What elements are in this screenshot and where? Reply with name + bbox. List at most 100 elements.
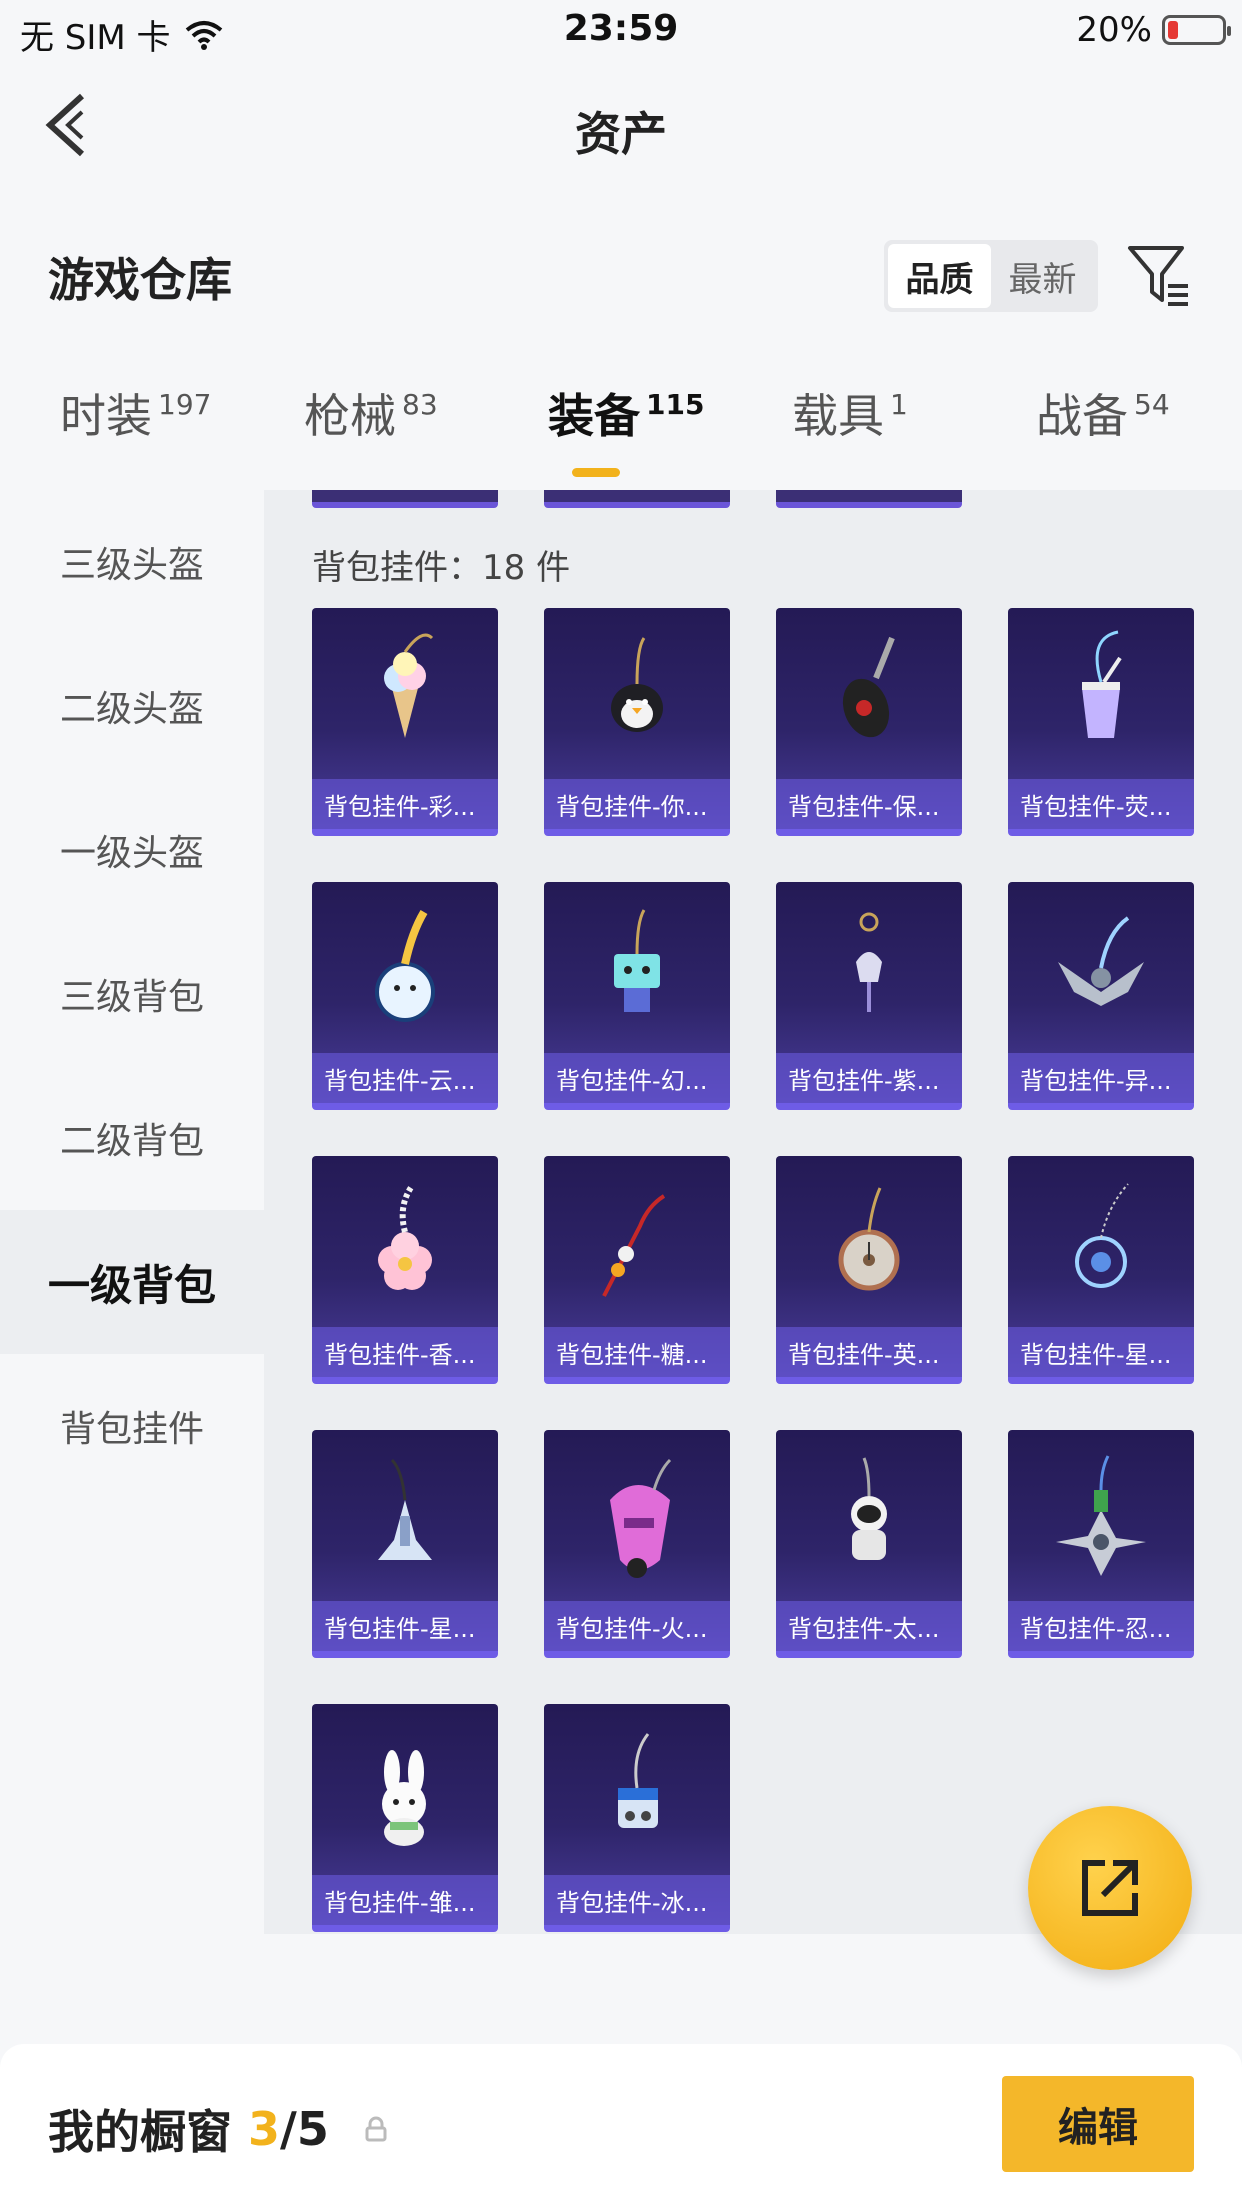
item-art	[776, 1430, 962, 1600]
item-label: 背包挂件-幻...	[544, 1053, 730, 1103]
item-label: 背包挂件-太...	[776, 1601, 962, 1651]
tab-vehicles[interactable]: 载具 1	[792, 380, 908, 446]
ice-cream-charm-icon	[384, 633, 434, 738]
item-card[interactable]: 背包挂件-糖...	[544, 1156, 730, 1384]
item-art	[776, 608, 962, 778]
tab-equipment[interactable]: 装备 115	[548, 380, 704, 446]
item-card[interactable]: 背包挂件-云...	[312, 882, 498, 1110]
page-title: 资产	[575, 107, 667, 161]
active-tab-indicator	[572, 468, 620, 477]
item-card[interactable]: 背包挂件-火...	[544, 1430, 730, 1658]
showcase-total: /5	[280, 2102, 329, 2156]
share-button[interactable]	[1028, 1806, 1192, 1970]
item-label: 背包挂件-彩...	[312, 779, 498, 829]
item-label: 背包挂件-云...	[312, 1053, 498, 1103]
item-card[interactable]: 背包挂件-星...	[312, 1430, 498, 1658]
item-art	[544, 1156, 730, 1326]
tab-fashion[interactable]: 时装 197	[60, 380, 211, 446]
item-art	[776, 1156, 962, 1326]
item-label: 背包挂件-星...	[312, 1601, 498, 1651]
item-art	[312, 882, 498, 1052]
sidebar-item-lv1-helmet[interactable]: 一级头盔	[0, 778, 264, 922]
item-card[interactable]: 背包挂件-荧...	[1008, 608, 1194, 836]
pocket-watch-charm-icon	[838, 1187, 900, 1291]
item-label: 背包挂件-忍...	[1008, 1601, 1194, 1651]
item-art	[776, 882, 962, 1052]
drink-cup-charm-icon	[1082, 630, 1122, 738]
item-label: 背包挂件-火...	[544, 1601, 730, 1651]
item-card-partial[interactable]	[312, 490, 498, 508]
robot-charm-icon	[614, 909, 660, 1012]
sidebar-item-lv2-backpack[interactable]: 二级背包	[0, 1066, 264, 1210]
car-key-charm-icon	[842, 636, 895, 738]
item-label: 背包挂件-糖...	[544, 1327, 730, 1377]
tab-label: 时装	[60, 389, 152, 443]
item-card[interactable]: 背包挂件-紫...	[776, 882, 962, 1110]
battery-group: 20%	[1076, 10, 1231, 50]
sidebar-item-lv1-backpack[interactable]: 一级背包	[0, 1210, 264, 1354]
item-card[interactable]: 背包挂件-香...	[312, 1156, 498, 1384]
item-card[interactable]: 背包挂件-你...	[544, 608, 730, 836]
tab-count: 115	[646, 388, 705, 421]
item-card[interactable]: 背包挂件-太...	[776, 1430, 962, 1658]
sidebar-item-lv2-helmet[interactable]: 二级头盔	[0, 634, 264, 778]
tab-count: 197	[158, 388, 212, 421]
item-grid-panel[interactable]: 背包挂件：18 件 背包挂件-彩... 背包挂件-你... 背包挂件-保... 背包挂…	[264, 490, 1242, 1934]
sort-quality-button[interactable]: 品质	[888, 244, 991, 308]
item-card[interactable]: 背包挂件-异...	[1008, 882, 1194, 1110]
nav-bar: 资产	[0, 62, 1242, 192]
sort-newest-button[interactable]: 最新	[991, 244, 1094, 308]
showcase-used: 3	[248, 2102, 281, 2156]
sidebar-item-lv3-helmet[interactable]: 三级头盔	[0, 490, 264, 634]
status-bar: 无 SIM 卡 23:59 20%	[0, 0, 1242, 62]
tab-label: 载具	[792, 389, 884, 443]
filter-icon[interactable]	[1124, 240, 1194, 312]
item-art	[1008, 882, 1194, 1052]
item-art	[312, 1430, 498, 1600]
item-card[interactable]: 背包挂件-忍...	[1008, 1430, 1194, 1658]
item-card[interactable]: 背包挂件-保...	[776, 608, 962, 836]
cloud-mirror-charm-icon	[375, 909, 435, 1022]
lock-icon	[365, 2116, 387, 2142]
rocket-charm-icon	[610, 1458, 672, 1578]
tab-guns[interactable]: 枪械 83	[304, 380, 438, 446]
item-card[interactable]: 背包挂件-星...	[1008, 1156, 1194, 1384]
item-art	[1008, 1156, 1194, 1326]
item-card[interactable]: 背包挂件-英...	[776, 1156, 962, 1384]
item-label: 背包挂件-英...	[776, 1327, 962, 1377]
item-art	[312, 1156, 498, 1326]
item-card[interactable]: 背包挂件-冰...	[544, 1704, 730, 1932]
item-label: 背包挂件-星...	[1008, 1327, 1194, 1377]
item-art	[312, 608, 498, 778]
battery-percent: 20%	[1076, 10, 1152, 50]
item-art	[544, 1430, 730, 1600]
penguin-charm-icon	[611, 637, 663, 732]
showcase-count: 3/5	[248, 2102, 329, 2156]
warehouse-title: 游戏仓库	[48, 253, 232, 307]
item-card-partial[interactable]	[544, 490, 730, 508]
tab-combat-gear[interactable]: 战备 54	[1036, 380, 1170, 446]
item-art	[312, 1704, 498, 1874]
showcase-title: 我的橱窗	[48, 2105, 232, 2159]
item-card-partial[interactable]	[776, 490, 962, 508]
item-art	[1008, 1430, 1194, 1600]
item-label: 背包挂件-荧...	[1008, 779, 1194, 829]
sidebar-item-lv3-backpack[interactable]: 三级背包	[0, 922, 264, 1066]
sidebar-item-backpack-charms[interactable]: 背包挂件	[0, 1354, 264, 1498]
status-time: 23:59	[563, 8, 679, 49]
sidebar: 三级头盔 二级头盔 一级头盔 三级背包 二级背包 一级背包 背包挂件	[0, 490, 264, 1930]
item-art	[544, 882, 730, 1052]
battery-icon	[1162, 15, 1231, 45]
item-label: 背包挂件-香...	[312, 1327, 498, 1377]
candy-tassel-charm-icon	[602, 1194, 666, 1297]
tab-label: 装备	[548, 389, 640, 443]
tab-count: 1	[890, 388, 908, 421]
item-card[interactable]: 背包挂件-雏...	[312, 1704, 498, 1932]
share-external-icon	[1082, 1860, 1138, 1916]
item-card[interactable]: 背包挂件-幻...	[544, 882, 730, 1110]
showcase-bar: 我的橱窗 3/5 编辑	[0, 2044, 1242, 2208]
item-card[interactable]: 背包挂件-彩...	[312, 608, 498, 836]
edit-button[interactable]: 编辑	[1002, 2076, 1194, 2172]
category-tabs: 时装 197 枪械 83 装备 115 载具 1 战备 54	[0, 380, 1242, 470]
item-label: 背包挂件-保...	[776, 779, 962, 829]
